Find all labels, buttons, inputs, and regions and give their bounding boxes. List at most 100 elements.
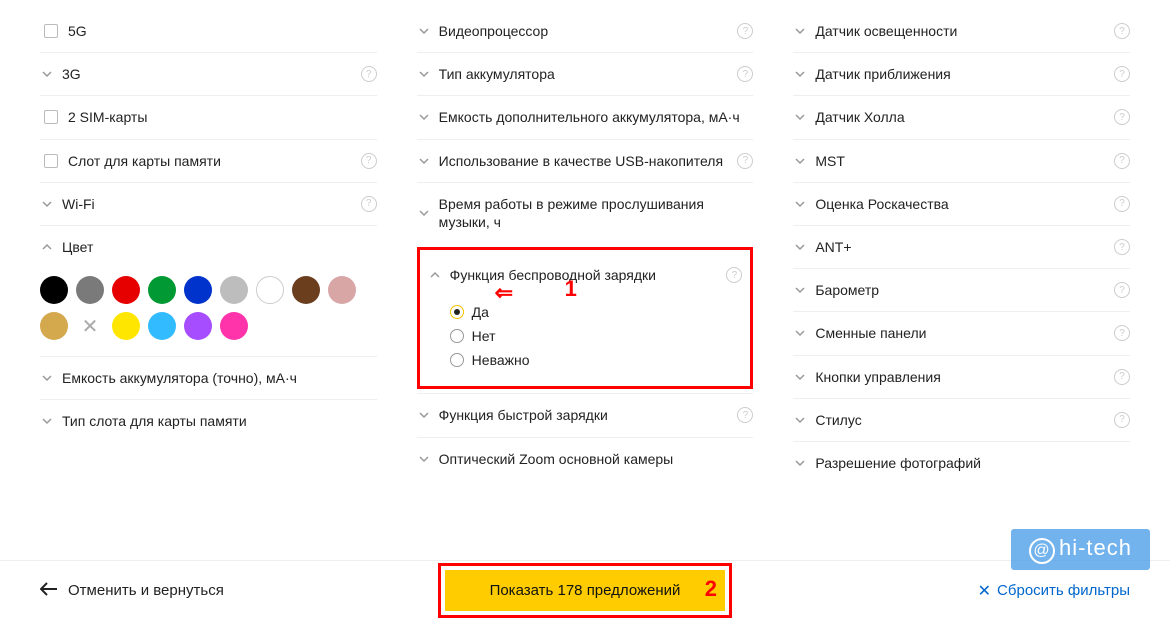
chevron-down-icon xyxy=(793,67,807,81)
filter-label: Датчик Холла xyxy=(815,108,1114,126)
chevron-down-icon xyxy=(793,24,807,38)
radio-option[interactable]: Нет xyxy=(450,324,743,348)
reset-filters-link[interactable]: ✕ Сбросить фильтры xyxy=(978,581,1130,601)
radio-icon xyxy=(450,305,464,319)
filter-item[interactable]: Тип аккумулятора? xyxy=(417,52,754,95)
color-swatch[interactable] xyxy=(112,276,140,304)
filter-wireless-charging[interactable]: Функция беспроводной зарядки ? xyxy=(428,254,743,296)
color-swatch[interactable] xyxy=(256,276,284,304)
filter-item[interactable]: Датчик приближения? xyxy=(793,52,1130,95)
color-swatch[interactable] xyxy=(328,276,356,304)
help-icon[interactable]: ? xyxy=(1114,66,1130,82)
help-icon[interactable]: ? xyxy=(1114,109,1130,125)
filter-item[interactable]: Слот для карты памяти? xyxy=(40,139,377,182)
help-icon[interactable]: ? xyxy=(361,153,377,169)
wireless-radio-group: Да Нет Неважно xyxy=(428,296,743,382)
annotation-highlight-2: Показать 178 предложений 2 xyxy=(438,563,732,618)
filter-item[interactable]: 3G? xyxy=(40,52,377,95)
chevron-down-icon xyxy=(793,240,807,254)
checkbox[interactable] xyxy=(44,110,58,124)
help-icon[interactable]: ? xyxy=(361,66,377,82)
filter-label: Тип слота для карты памяти xyxy=(62,412,377,430)
filter-item[interactable]: Датчик освещенности? xyxy=(793,10,1130,52)
filter-label: Видеопроцессор xyxy=(439,22,738,40)
chevron-down-icon xyxy=(793,197,807,211)
filter-item[interactable]: Барометр? xyxy=(793,268,1130,311)
help-icon[interactable]: ? xyxy=(737,407,753,423)
chevron-down-icon xyxy=(40,371,54,385)
filter-item[interactable]: Стилус? xyxy=(793,398,1130,441)
show-results-button[interactable]: Показать 178 предложений xyxy=(445,570,725,611)
filter-label: Использование в качестве USB-накопителя xyxy=(439,152,738,170)
help-icon[interactable]: ? xyxy=(1114,369,1130,385)
radio-option[interactable]: Неважно xyxy=(450,348,743,372)
color-swatch[interactable] xyxy=(148,276,176,304)
color-swatch[interactable] xyxy=(40,312,68,340)
chevron-down-icon xyxy=(417,110,431,124)
color-swatch[interactable] xyxy=(292,276,320,304)
filter-label: 3G xyxy=(62,65,361,83)
help-icon[interactable]: ? xyxy=(1114,282,1130,298)
cancel-back-link[interactable]: Отменить и вернуться xyxy=(40,582,224,600)
help-icon[interactable]: ? xyxy=(1114,239,1130,255)
filter-label: Датчик приближения xyxy=(815,65,1114,83)
cancel-back-label: Отменить и вернуться xyxy=(68,582,224,599)
help-icon[interactable]: ? xyxy=(737,66,753,82)
filter-item[interactable]: 5G xyxy=(40,10,377,52)
filter-item[interactable]: 2 SIM-карты xyxy=(40,95,377,138)
filter-item[interactable]: Тип слота для карты памяти xyxy=(40,399,377,442)
filter-label: Кнопки управления xyxy=(815,368,1114,386)
radio-option[interactable]: Да xyxy=(450,300,743,324)
filter-item[interactable]: Оптический Zoom основной камеры xyxy=(417,437,754,480)
filter-item[interactable]: Емкость аккумулятора (точно), мА·ч xyxy=(40,356,377,399)
color-swatch[interactable]: ✕ xyxy=(76,312,104,340)
filter-item[interactable]: Разрешение фотографий xyxy=(793,441,1130,484)
help-icon[interactable]: ? xyxy=(1114,325,1130,341)
help-icon[interactable]: ? xyxy=(737,153,753,169)
chevron-down-icon xyxy=(40,197,54,211)
checkbox[interactable] xyxy=(44,24,58,38)
chevron-down-icon xyxy=(793,326,807,340)
filter-label: 2 SIM-карты xyxy=(68,108,377,126)
chevron-down-icon xyxy=(793,413,807,427)
color-swatch[interactable] xyxy=(220,312,248,340)
close-icon: ✕ xyxy=(978,581,991,601)
chevron-up-icon xyxy=(40,240,54,254)
filter-item[interactable]: Функция быстрой зарядки? xyxy=(417,393,754,436)
help-icon[interactable]: ? xyxy=(361,196,377,212)
help-icon[interactable]: ? xyxy=(1114,196,1130,212)
color-swatch[interactable] xyxy=(40,276,68,304)
footer-bar: Отменить и вернуться Показать 178 предло… xyxy=(0,560,1170,620)
filter-item[interactable]: Видеопроцессор? xyxy=(417,10,754,52)
filter-item[interactable]: ANT+? xyxy=(793,225,1130,268)
filter-label: Стилус xyxy=(815,411,1114,429)
color-swatch[interactable] xyxy=(184,276,212,304)
help-icon[interactable]: ? xyxy=(1114,412,1130,428)
filter-item[interactable]: MST? xyxy=(793,139,1130,182)
help-icon[interactable]: ? xyxy=(1114,153,1130,169)
filter-item[interactable]: Использование в качестве USB-накопителя? xyxy=(417,139,754,182)
help-icon[interactable]: ? xyxy=(1114,23,1130,39)
help-icon[interactable]: ? xyxy=(726,267,742,283)
color-swatch[interactable] xyxy=(76,276,104,304)
filter-item[interactable]: Оценка Роскачества? xyxy=(793,182,1130,225)
color-swatch[interactable] xyxy=(112,312,140,340)
filter-item[interactable]: Сменные панели? xyxy=(793,311,1130,354)
chevron-down-icon xyxy=(793,283,807,297)
color-swatch[interactable] xyxy=(220,276,248,304)
filter-item[interactable]: Время работы в режиме прослушивания музы… xyxy=(417,182,754,243)
filter-label: Оптический Zoom основной камеры xyxy=(439,450,754,468)
filter-item[interactable]: Кнопки управления? xyxy=(793,355,1130,398)
filter-label: 5G xyxy=(68,22,377,40)
radio-label: Нет xyxy=(472,328,496,344)
checkbox[interactable] xyxy=(44,154,58,168)
filter-item[interactable]: Wi-Fi? xyxy=(40,182,377,225)
filter-item[interactable]: Емкость дополнительного аккумулятора, мА… xyxy=(417,95,754,138)
color-swatch[interactable] xyxy=(184,312,212,340)
chevron-down-icon xyxy=(40,414,54,428)
filter-color-header[interactable]: Цвет xyxy=(40,225,377,268)
filter-item[interactable]: Датчик Холла? xyxy=(793,95,1130,138)
filter-label: Датчик освещенности xyxy=(815,22,1114,40)
color-swatch[interactable] xyxy=(148,312,176,340)
help-icon[interactable]: ? xyxy=(737,23,753,39)
